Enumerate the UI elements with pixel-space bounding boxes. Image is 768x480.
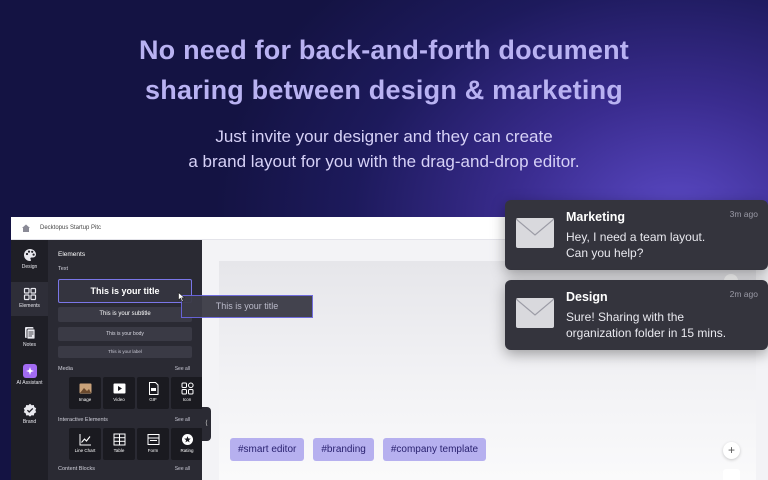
interactive-tile-form[interactable]: Form — [137, 428, 169, 460]
panel-title: Elements — [58, 251, 86, 258]
hero-subtitle-line-2: a brand layout for you with the drag-and… — [188, 152, 580, 171]
tag-branding[interactable]: #branding — [313, 438, 374, 461]
interactive-tile-line-chart[interactable]: Line Chart — [69, 428, 101, 460]
message-text: Hey, I need a team layout. Can you help? — [566, 229, 705, 261]
section-media-label: Media — [58, 366, 73, 372]
text-body-item[interactable]: This is your body — [58, 327, 192, 341]
tag-smart-editor[interactable]: #smart editor — [230, 438, 305, 461]
message-line: Can you help? — [566, 246, 644, 260]
rail-item-design[interactable]: Design — [11, 248, 48, 278]
media-tile-gif[interactable]: GIF — [137, 377, 169, 409]
plus-icon: + — [727, 443, 735, 457]
hero-title-line-2: sharing between design & marketing — [145, 75, 623, 105]
content-see-all-link[interactable]: See all — [175, 466, 190, 472]
rail-item-brand[interactable]: Brand — [11, 403, 48, 433]
message-line: Hey, I need a team layout. — [566, 230, 706, 244]
copy-button[interactable] — [723, 469, 740, 480]
text-subtitle-item[interactable]: This is your subtitle — [58, 307, 192, 322]
message-text: Sure! Sharing with the organization fold… — [566, 309, 726, 341]
tile-label: Image — [78, 397, 92, 402]
hero-subtitle-line-1: Just invite your designer and they can c… — [215, 127, 553, 146]
icons-icon — [181, 382, 194, 395]
text-title-item[interactable]: This is your title — [58, 279, 192, 303]
gif-file-icon — [148, 382, 158, 395]
tile-label: Rating — [180, 448, 194, 453]
video-icon — [113, 383, 125, 394]
text-label-item[interactable]: This is your label — [58, 346, 192, 358]
hero-title-line-1: No need for back-and-forth document — [138, 35, 629, 65]
message-line: organization folder in 15 mins. — [566, 326, 727, 340]
section-content-blocks-label: Content Blocks — [58, 466, 95, 472]
line-chart-icon — [79, 434, 91, 446]
cursor-icon — [178, 292, 186, 302]
section-text-label: Text — [58, 266, 69, 272]
tile-label: Form — [147, 448, 159, 453]
mail-icon — [516, 298, 554, 328]
interactive-tile-rating[interactable]: Rating — [171, 428, 203, 460]
grid-icon — [23, 287, 36, 301]
timestamp: 3m ago — [729, 209, 758, 219]
palette-icon — [23, 249, 36, 261]
tile-label: Icon — [182, 397, 192, 402]
media-see-all-link[interactable]: See all — [175, 366, 190, 372]
rail-label: Elements — [19, 303, 40, 309]
collapse-panel-tab[interactable]: ⟨ — [202, 407, 211, 441]
rail-item-notes[interactable]: Notes — [11, 326, 48, 356]
tile-label: Video — [113, 397, 125, 402]
mail-icon — [516, 218, 554, 248]
media-tile-icon[interactable]: Icon — [171, 377, 203, 409]
form-icon — [147, 434, 159, 445]
rail-item-elements[interactable]: Elements — [11, 282, 48, 316]
media-tile-image[interactable]: Image — [69, 377, 101, 409]
badge-check-icon — [23, 403, 36, 417]
tag-company-template[interactable]: #company template — [382, 438, 487, 461]
section-interactive-label: Interactive Elements — [58, 417, 108, 423]
message-line: Sure! Sharing with the — [566, 310, 685, 324]
image-icon — [79, 383, 91, 394]
notes-icon — [24, 327, 35, 340]
media-tile-video[interactable]: Video — [103, 377, 135, 409]
rating-icon — [181, 434, 193, 445]
tag-list: #smart editor #branding #company templat… — [230, 438, 487, 461]
rail-item-ai-assistant[interactable]: AI Assistant — [11, 364, 48, 394]
interactive-see-all-link[interactable]: See all — [175, 417, 190, 423]
hero-subtitle: Just invite your designer and they can c… — [0, 124, 768, 174]
interactive-tile-table[interactable]: Table — [103, 428, 135, 460]
dragged-title-element[interactable]: This is your title — [181, 295, 313, 318]
tile-label: GIF — [149, 397, 157, 402]
sidebar-rail: Design Elements Notes AI Assistant Brand — [11, 240, 48, 480]
notification-card[interactable]: Design 2m ago Sure! Sharing with the org… — [505, 280, 768, 350]
tile-label: Line Chart — [74, 448, 96, 453]
table-icon — [113, 433, 125, 446]
elements-panel: Elements Text This is your title This is… — [48, 240, 203, 480]
rail-label: Design — [21, 264, 38, 270]
sparkle-icon — [22, 364, 37, 378]
timestamp: 2m ago — [729, 289, 758, 299]
rail-label: Notes — [22, 342, 37, 348]
notification-card[interactable]: Marketing 3m ago Hey, I need a team layo… — [505, 200, 768, 270]
home-icon[interactable] — [21, 223, 31, 233]
sender-name: Design — [566, 290, 608, 304]
hero-title: No need for back-and-forth document shar… — [0, 30, 768, 110]
rail-label: Brand — [22, 419, 37, 425]
rail-label: AI Assistant — [16, 380, 43, 386]
tile-label: Table — [113, 448, 125, 453]
add-slide-button[interactable]: + — [723, 442, 740, 459]
sender-name: Marketing — [566, 210, 626, 224]
breadcrumb[interactable]: Decktopus Startup Pitc — [40, 225, 101, 231]
